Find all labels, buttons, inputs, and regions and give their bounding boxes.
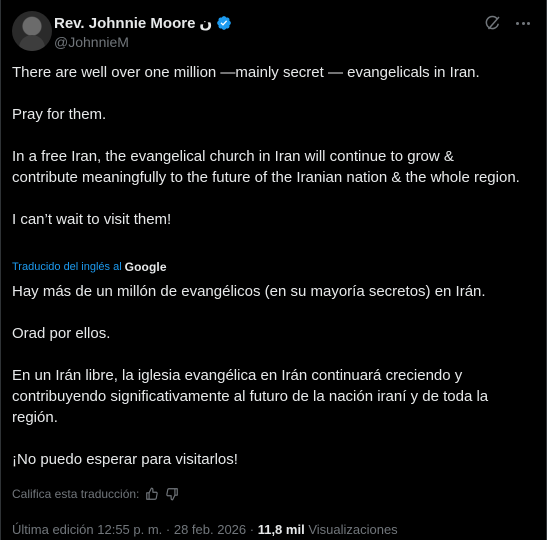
translated-paragraph: Hay más de un millón de evangélicos (en …	[12, 283, 486, 300]
google-logo: Google	[124, 260, 167, 274]
translated-paragraph: En un Irán libre, la iglesia evangélica …	[12, 367, 489, 426]
post-paragraph: There are well over one million —mainly …	[12, 64, 480, 81]
translated-paragraph: ¡No puedo esperar para visitarlos!	[12, 451, 238, 468]
post-paragraph: In a free Iran, the evangelical church i…	[12, 148, 520, 186]
post-paragraph: I can’t wait to visit them!	[12, 211, 172, 228]
post-paragraph: Pray for them.	[12, 106, 107, 123]
translation-attribution: Traducido del inglés al Google	[12, 260, 167, 274]
more-options-icon[interactable]	[513, 13, 533, 33]
post-text: There are well over one million —mainly …	[12, 62, 522, 230]
translated-text: Hay más de un millón de evangélicos (en …	[12, 281, 527, 470]
author-name-row: Rev. Johnnie Moore ن	[54, 14, 232, 32]
edited-timestamp[interactable]: Última edición 12:55 p. m. · 28 feb. 202…	[12, 522, 254, 537]
views-count: 11,8 mil	[257, 522, 305, 537]
thumbs-down-icon[interactable]	[165, 487, 179, 501]
rate-translation: Califica esta traducción:	[12, 487, 179, 501]
author-handle[interactable]: @JohnnieM	[54, 34, 129, 50]
author-display-name[interactable]: Rev. Johnnie Moore	[54, 15, 195, 32]
avatar[interactable]	[12, 11, 52, 51]
translated-from-link[interactable]: Traducido del inglés al	[12, 261, 122, 273]
post-meta: Última edición 12:55 p. m. · 28 feb. 202…	[12, 522, 398, 537]
thumbs-up-icon[interactable]	[145, 487, 159, 501]
views-label: Visualizaciones	[308, 522, 398, 537]
post-container: Rev. Johnnie Moore ن @JohnnieM There are…	[0, 0, 547, 540]
post-header: Rev. Johnnie Moore ن @JohnnieM	[12, 11, 537, 51]
translated-paragraph: Orad por ellos.	[12, 325, 111, 342]
rate-translation-label: Califica esta traducción:	[12, 487, 140, 501]
verified-badge-icon	[217, 16, 232, 30]
author-name-suffix: ن	[199, 15, 213, 32]
grok-icon[interactable]	[484, 14, 502, 32]
